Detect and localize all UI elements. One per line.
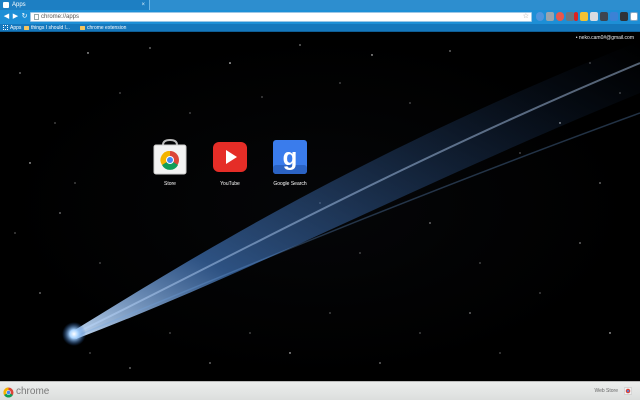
- bookmark-apps[interactable]: Apps: [3, 24, 21, 32]
- reload-button[interactable]: ↻: [20, 12, 29, 21]
- bookmark-folder-things[interactable]: things I should l...: [24, 24, 70, 32]
- bookmarks-bar: Apps things I should l... chrome extensi…: [0, 24, 640, 32]
- comet-background: [14, 41, 640, 369]
- bookmark-label: Apps: [10, 25, 22, 31]
- web-store-icon[interactable]: [624, 386, 632, 395]
- apps-page: • neko.cam0#@gmail.com Store YouTube g G…: [0, 33, 640, 381]
- extension-person-icon[interactable]: [600, 12, 608, 21]
- page-icon: [34, 14, 39, 20]
- web-store-link[interactable]: Web Store: [594, 386, 618, 396]
- app-name: Google Search: [273, 181, 307, 187]
- comet-head: [62, 322, 86, 346]
- bottom-bar: chrome Web Store: [0, 381, 640, 400]
- folder-icon: [24, 25, 29, 30]
- google-search-app-icon: g: [273, 139, 307, 175]
- folder-icon: [80, 25, 85, 30]
- extension-note-icon[interactable]: [580, 12, 588, 21]
- signed-in-user[interactable]: • neko.cam0#@gmail.com: [576, 35, 634, 42]
- bookmark-label: chrome extension: [87, 25, 127, 31]
- extension-face-icon[interactable]: [590, 12, 598, 21]
- extension-circle-icon[interactable]: [556, 12, 564, 21]
- toolbar: ◀ ▶ ↻ ☆: [0, 10, 640, 24]
- extension-marker-icon[interactable]: [574, 12, 578, 21]
- back-button[interactable]: ◀: [2, 12, 11, 21]
- forward-button[interactable]: ▶: [11, 12, 20, 21]
- omnibox[interactable]: ☆: [30, 12, 532, 22]
- apps-tab-icon: [3, 2, 9, 8]
- extension-dark-icon[interactable]: [620, 12, 628, 21]
- extension-s-icon[interactable]: [610, 12, 618, 21]
- webstore-app-icon: [153, 138, 187, 175]
- youtube-app-icon: [213, 139, 247, 175]
- bookmark-label: things I should l...: [31, 25, 70, 31]
- extension-globe-icon[interactable]: [536, 12, 544, 21]
- apps-grid-icon: [3, 24, 8, 30]
- tab-title: Apps: [12, 2, 26, 8]
- bookmark-star-icon[interactable]: ☆: [523, 13, 529, 21]
- menu-icon[interactable]: [630, 12, 638, 21]
- browser-window: Apps × ◀ ▶ ↻ ☆ Apps things I sho: [0, 0, 640, 400]
- address-input[interactable]: [41, 13, 501, 21]
- app-google-search[interactable]: g Google Search: [255, 139, 325, 188]
- extension-gear-icon[interactable]: [546, 12, 554, 21]
- tab-strip: Apps ×: [0, 0, 640, 10]
- chrome-logo-icon: [3, 387, 14, 398]
- bookmark-folder-chrome-extension[interactable]: chrome extension: [80, 24, 126, 32]
- chrome-wordmark: chrome: [16, 386, 50, 397]
- extension-tool-icon[interactable]: [566, 12, 574, 21]
- svg-text:g: g: [283, 144, 298, 171]
- close-tab-icon[interactable]: ×: [141, 0, 145, 10]
- tab-apps[interactable]: Apps ×: [0, 0, 150, 10]
